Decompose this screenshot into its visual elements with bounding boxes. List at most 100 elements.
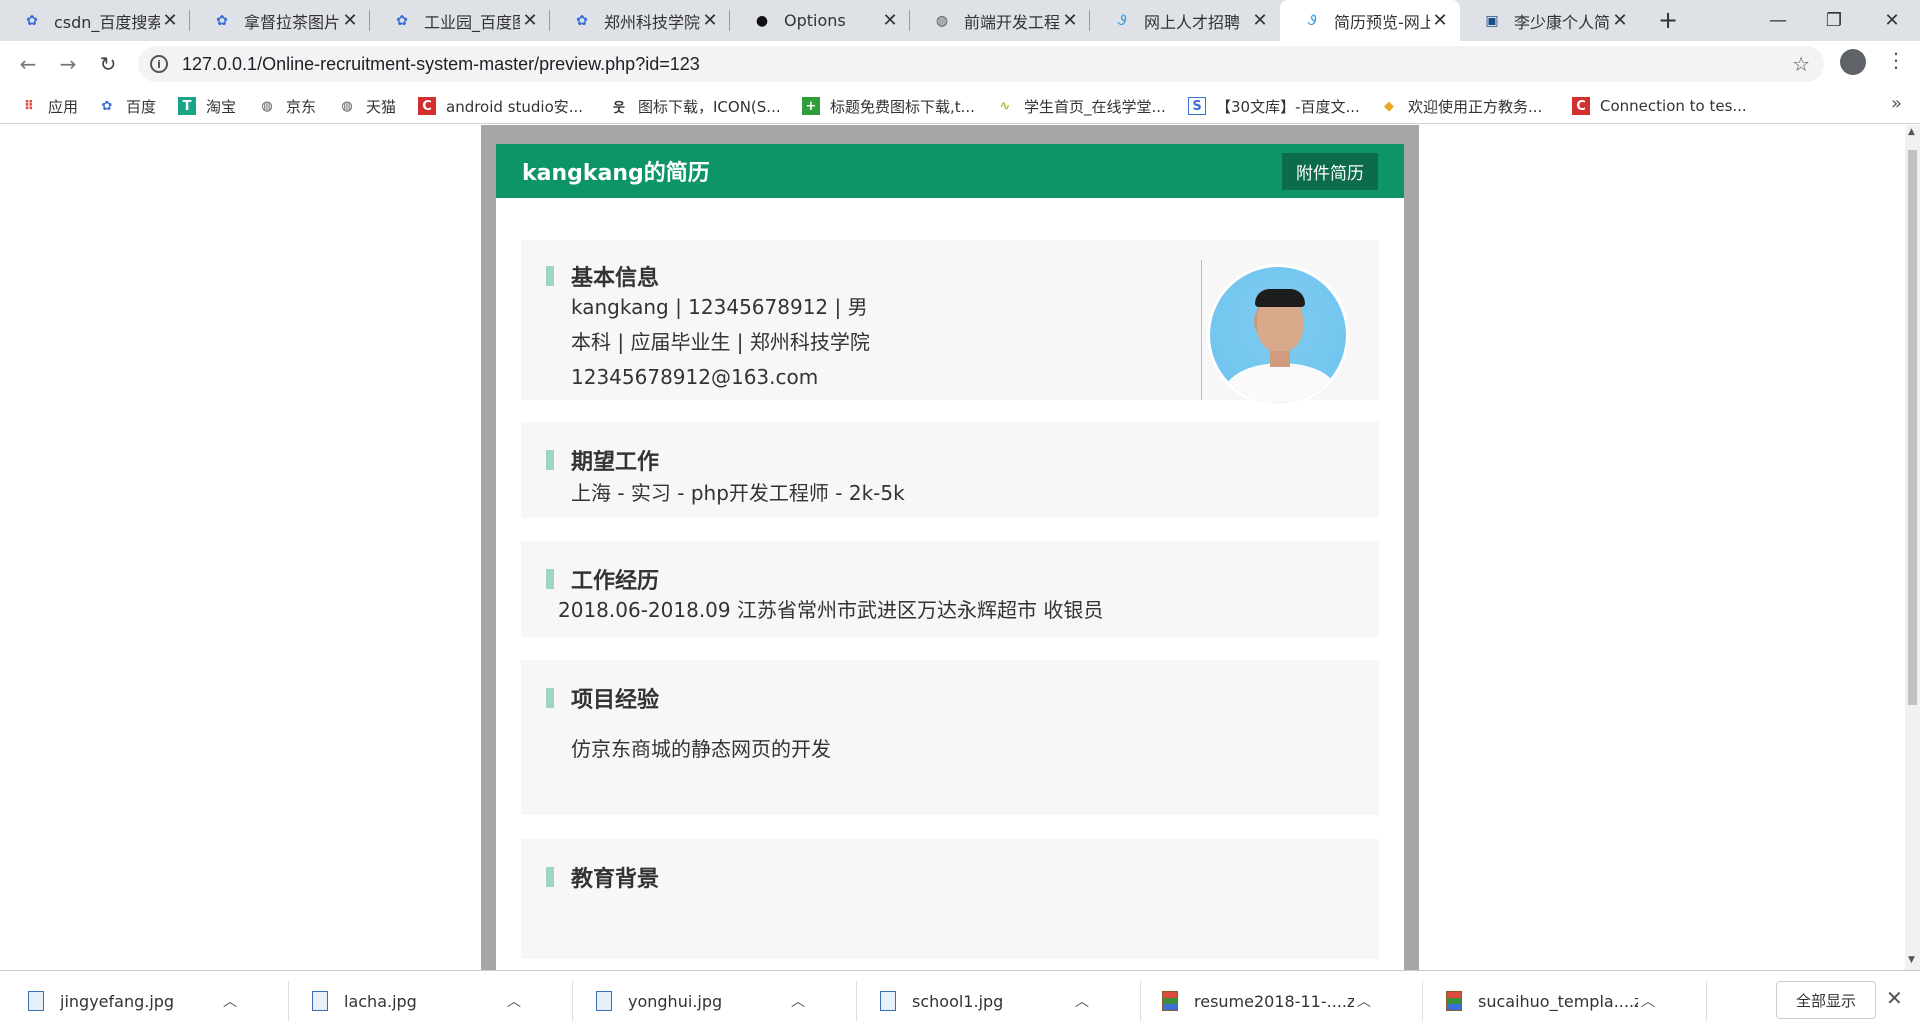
star-icon[interactable]: ☆	[1792, 52, 1810, 76]
close-icon[interactable]: ✕	[1060, 10, 1080, 31]
forward-button[interactable]: →	[54, 50, 82, 78]
tab-title: 简历预览-网上	[1334, 12, 1430, 32]
image-file-icon	[596, 991, 612, 1011]
close-icon[interactable]: ✕	[1430, 10, 1450, 31]
restore-button[interactable]: ❐	[1806, 0, 1862, 41]
page-scrollbar[interactable]: ▲ ▼	[1905, 125, 1920, 970]
expected-job-heading: 期望工作	[546, 444, 659, 476]
show-all-downloads-button[interactable]: 全部显示	[1776, 981, 1876, 1019]
bookmark-student-home[interactable]: ∿ 学生首页_在线学堂...	[996, 88, 1166, 124]
tab-title: 李少康个人简	[1514, 12, 1610, 32]
zip-archive-icon	[1446, 991, 1462, 1011]
tab-4[interactable]: ● Options ✕	[730, 0, 910, 41]
minimize-button[interactable]: —	[1750, 0, 1806, 41]
basic-info-heading: 基本信息	[546, 260, 659, 292]
scroll-up-arrow-icon[interactable]: ▲	[1908, 127, 1915, 137]
window-close-button[interactable]: ✕	[1864, 0, 1920, 41]
download-item[interactable]: jingyefang.jpg ︿	[28, 971, 240, 1031]
section-heading-text: 期望工作	[571, 450, 660, 475]
tab-1[interactable]: ✿ 拿督拉茶图片_i ✕	[190, 0, 370, 41]
menu-icon[interactable]: ⋮	[1886, 48, 1906, 72]
tab-title: 前端开发工程	[964, 12, 1060, 32]
paw-icon: ✿	[576, 12, 588, 29]
tab-title: 拿督拉茶图片_i	[244, 12, 340, 32]
reload-button[interactable]: ↻	[94, 50, 122, 78]
section-heading-text: 基本信息	[571, 266, 660, 291]
close-icon[interactable]: ✕	[1610, 10, 1630, 31]
new-tab-button[interactable]: +	[1654, 6, 1682, 34]
close-icon[interactable]: ✕	[160, 10, 180, 31]
close-icon[interactable]: ✕	[340, 10, 360, 31]
close-icon[interactable]: ✕	[1250, 10, 1270, 31]
tab-title: Options	[784, 11, 846, 30]
project-experience-text: 仿京东商城的静态网页的开发	[571, 737, 831, 761]
back-button[interactable]: ←	[14, 50, 42, 78]
resume-frame: kangkang的简历 附件简历 基本信息 kangkang | 1234567…	[481, 125, 1419, 970]
tab-8[interactable]: ▣ 李少康个人简 ✕	[1460, 0, 1640, 41]
download-item[interactable]: sucaihuo_templa....zip ︿	[1446, 971, 1658, 1031]
plus-logo-icon: +	[802, 97, 820, 115]
scrollbar-thumb[interactable]	[1908, 150, 1917, 705]
download-item[interactable]: lacha.jpg ︿	[312, 971, 524, 1031]
download-item[interactable]: yonghui.jpg ︿	[596, 971, 808, 1031]
bookmark-label: 学生首页_在线学堂...	[1024, 97, 1166, 116]
bookmark-label: 标题免费图标下载,t...	[830, 97, 975, 116]
chevron-up-icon[interactable]: ︿	[1638, 991, 1658, 1011]
bookmark-apps[interactable]: ⠿ 应用	[20, 88, 78, 124]
chevron-up-icon[interactable]: ︿	[788, 991, 808, 1011]
attachment-resume-button[interactable]: 附件简历	[1282, 152, 1378, 190]
bookmarks-overflow-icon[interactable]: »	[1891, 93, 1902, 114]
chevron-up-icon[interactable]: ︿	[1072, 991, 1092, 1011]
resume-header: kangkang的简历 附件简历	[496, 144, 1404, 198]
close-icon[interactable]: ✕	[520, 10, 540, 31]
section-marker	[546, 867, 554, 887]
close-downloads-icon[interactable]: ✕	[1886, 986, 1903, 1010]
browser-toolbar: ← → ↻ i 127.0.0.1/Online-recruitment-sys…	[0, 41, 1920, 88]
download-name: yonghui.jpg	[628, 991, 723, 1011]
bookmark-label: 京东	[286, 97, 317, 116]
tab-5[interactable]: ◍ 前端开发工程 ✕	[910, 0, 1090, 41]
tab-7[interactable]: Ꮽ 简历预览-网上 ✕	[1280, 0, 1460, 41]
download-item[interactable]: resume2018-11-....zip ︿	[1162, 971, 1374, 1031]
expected-job-text: 上海 - 实习 - php开发工程师 - 2k-5k	[571, 481, 905, 505]
bookmark-zhengfang[interactable]: ◆ 欢迎使用正方教务...	[1380, 88, 1542, 124]
project-experience-heading: 项目经验	[546, 682, 659, 714]
profile-avatar[interactable]	[1840, 49, 1866, 75]
zip-archive-icon	[1162, 991, 1178, 1011]
scroll-down-arrow-icon[interactable]: ▼	[1908, 955, 1915, 965]
tab-2[interactable]: ✿ 工业园_百度图 ✕	[370, 0, 550, 41]
bookmark-taobao[interactable]: T 淘宝	[178, 88, 236, 124]
tab-0[interactable]: ✿ csdn_百度搜索 ✕	[0, 0, 190, 41]
tab-title: 网上人才招聘	[1144, 12, 1241, 32]
bookmark-android-studio[interactable]: C android studio安...	[418, 88, 583, 124]
bookmark-baidu[interactable]: ✿ 百度	[98, 88, 156, 124]
chevron-up-icon[interactable]: ︿	[220, 991, 240, 1011]
work-experience-heading: 工作经历	[546, 563, 659, 595]
paw-icon: ✿	[101, 98, 113, 114]
download-item[interactable]: school1.jpg ︿	[880, 971, 1092, 1031]
close-icon[interactable]: ✕	[700, 10, 720, 31]
image-file-icon	[312, 991, 328, 1011]
bookmark-30wenku[interactable]: S 【30文库】-百度文...	[1188, 88, 1360, 124]
address-bar[interactable]: i 127.0.0.1/Online-recruitment-system-ma…	[138, 46, 1824, 82]
close-icon[interactable]: ✕	[880, 10, 900, 31]
basic-info-line2: 本科 | 应届毕业生 | 郑州科技学院	[571, 330, 870, 354]
github-icon: ●	[755, 12, 769, 29]
bookmark-icon-download[interactable]: 웃 图标下载，ICON(S...	[610, 88, 781, 124]
bookmark-label: 图标下载，ICON(S...	[638, 97, 781, 116]
section-heading-text: 教育背景	[571, 867, 660, 892]
section-marker	[546, 266, 554, 286]
bookmark-connection[interactable]: C Connection to tes...	[1572, 88, 1747, 124]
chevron-up-icon[interactable]: ︿	[1354, 991, 1374, 1011]
chevron-up-icon[interactable]: ︿	[504, 991, 524, 1011]
section-heading-text: 项目经验	[571, 688, 660, 713]
globe-icon: ◍	[935, 12, 949, 29]
bookmark-label: Connection to tes...	[1600, 97, 1747, 115]
bookmark-free-icons[interactable]: + 标题免费图标下载,t...	[802, 88, 975, 124]
bookmark-jd[interactable]: ◍ 京东	[258, 88, 316, 124]
bookmark-tmall[interactable]: ◍ 天猫	[338, 88, 396, 124]
basic-info-line1: kangkang | 12345678912 | 男	[571, 295, 868, 319]
tab-6[interactable]: Ꮽ 网上人才招聘 ✕	[1090, 0, 1280, 41]
tab-3[interactable]: ✿ 郑州科技学院 ✕	[550, 0, 730, 41]
info-icon[interactable]: i	[150, 55, 168, 73]
